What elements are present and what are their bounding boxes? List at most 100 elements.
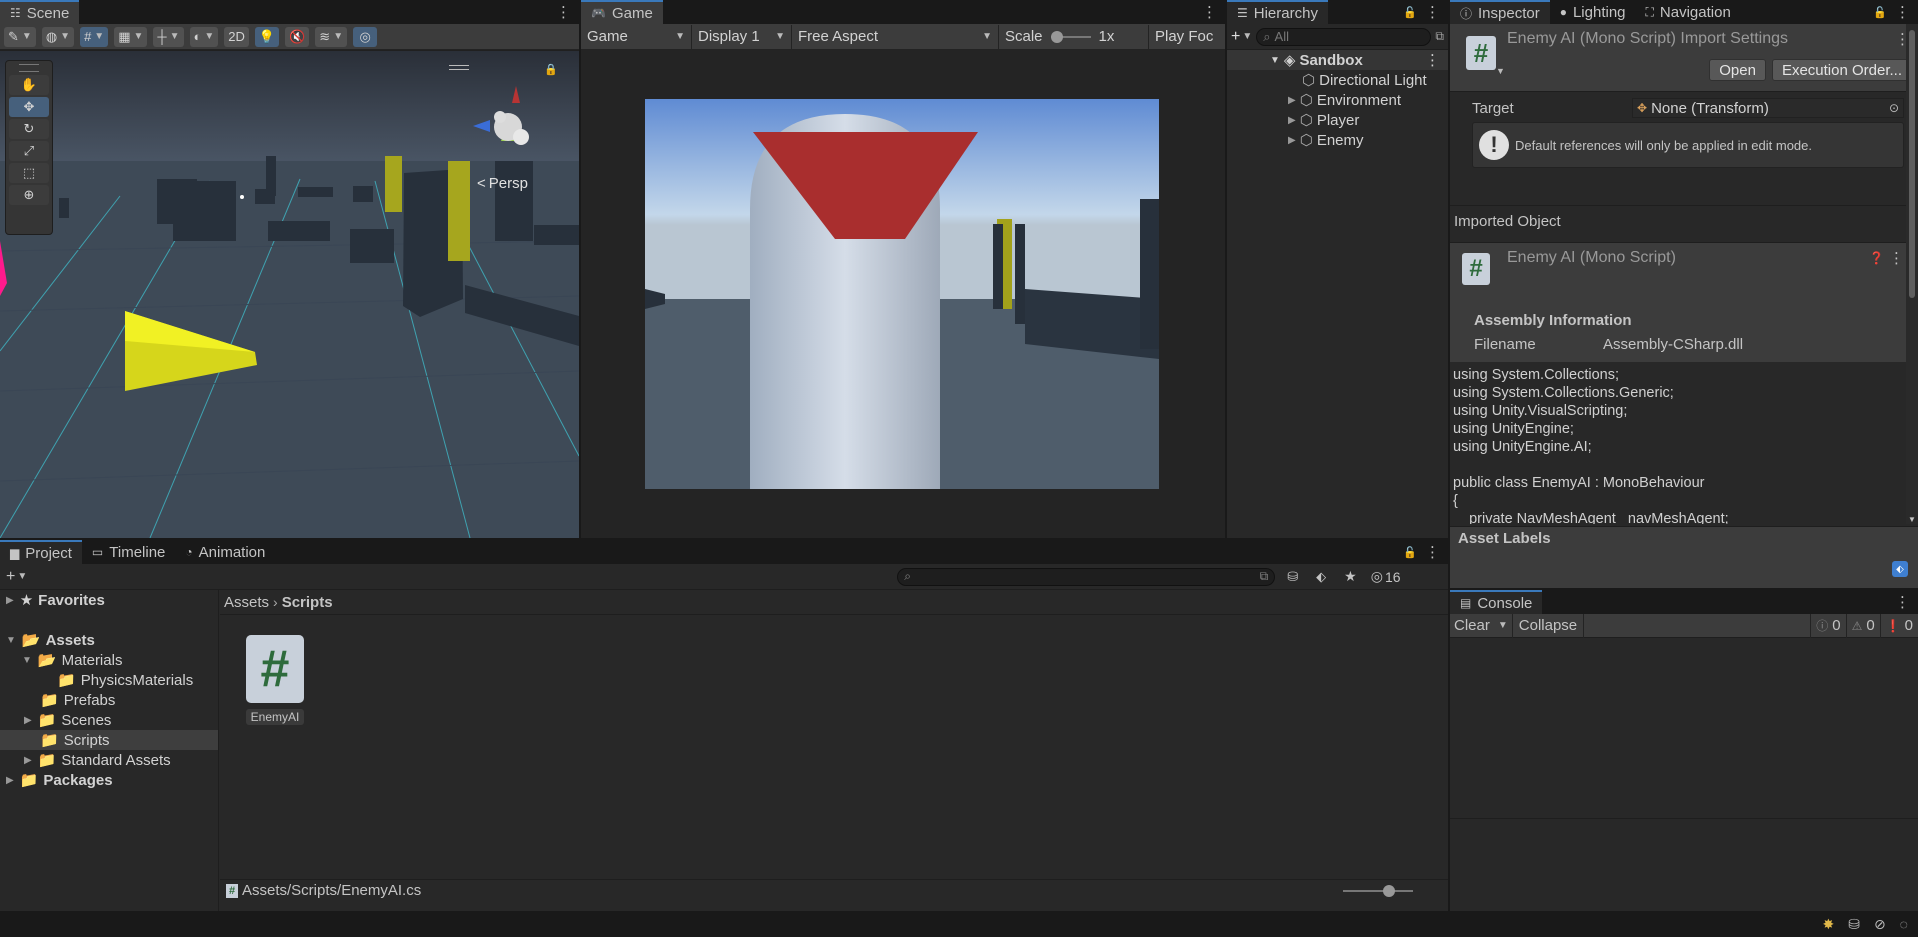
project-search-field[interactable]: ⌕ ⧉ [897,567,1276,586]
lighting-toggle-button[interactable]: 💡 [254,26,280,47]
error-count-toggle[interactable]: ❗ 0 [1879,613,1918,638]
game-viewport[interactable] [645,99,1159,489]
expand-arrow-icon[interactable]: ▼ [6,635,16,646]
more-options-icon[interactable]: ⋮ [1202,3,1217,21]
expand-arrow-icon[interactable]: ▶ [6,775,14,786]
draw-mode-button[interactable]: ✎ ▼ [4,26,36,47]
expand-arrow-icon[interactable]: ▶ [24,715,32,726]
scene-visibility-icon[interactable]: ⧉ [1435,29,1444,44]
expand-arrow-icon[interactable]: ▶ [1288,135,1296,146]
tree-item-scenes[interactable]: ▶ 📁 Scenes [0,710,218,730]
rotate-tool-button[interactable]: ↻ [9,119,49,139]
tab-game[interactable]: 🎮 Game [581,0,663,24]
expand-arrow-icon[interactable]: ▼ [1270,55,1280,66]
more-options-icon[interactable]: ⋮ [1425,3,1440,21]
tree-item-standard-assets[interactable]: ▶ 📁 Standard Assets [0,750,218,770]
more-options-icon[interactable]: ⋮ [1425,51,1440,69]
target-object-field[interactable]: ✥ None (Transform) ⊙ [1632,98,1904,118]
grid-visibility-button[interactable]: ▦ ▼ [114,26,148,47]
hidden-packages-toggle[interactable]: ◎ 16 [1371,568,1401,585]
tree-item-materials[interactable]: ▼ 📂 Materials [0,650,218,670]
bug-icon[interactable]: ✸ [1822,916,1834,933]
clear-button[interactable]: Clear ▼ [1450,613,1513,638]
global-local-button[interactable]: ◍ ▼ [41,26,75,47]
display-dropdown[interactable]: Display 1 ▼ [692,24,792,49]
more-options-icon[interactable]: ⋮ [1889,249,1904,267]
transform-tool-button[interactable]: ⊕ [9,185,49,205]
move-tool-button[interactable]: ✥ [9,97,49,117]
filter-by-type-icon[interactable]: ⛁ [1287,569,1298,585]
tag-icon[interactable]: ⬖ [1892,561,1908,577]
hierarchy-item-environment[interactable]: ▶ ⬡ Environment [1227,90,1448,110]
hidden-objects-button[interactable]: ◎ [353,26,378,47]
tree-item-physics-materials[interactable]: 📁 PhysicsMaterials [0,670,218,690]
warning-count-toggle[interactable]: ⚠ 0 [1845,613,1880,638]
expand-arrow-icon[interactable]: ▼ [22,655,32,666]
scrollbar-thumb[interactable] [1909,30,1915,298]
tab-hierarchy[interactable]: ☰ Hierarchy [1227,0,1328,24]
lock-icon[interactable]: 🔓 [1403,546,1417,559]
hierarchy-item-player[interactable]: ▶ ⬡ Player [1227,110,1448,130]
increment-snap-button[interactable]: ┼ ▼ [153,26,184,47]
help-icon[interactable]: ❓ [1869,251,1884,265]
object-picker-icon[interactable]: ⊙ [1889,101,1899,115]
lock-icon[interactable]: 🔓 [1403,6,1417,19]
scale-slider[interactable] [1050,30,1091,43]
2d-toggle-button[interactable]: 2D [224,26,249,47]
tab-console[interactable]: ▤ Console [1450,590,1543,614]
open-button[interactable]: Open [1709,59,1766,81]
add-object-button[interactable]: + ▼ [1231,28,1252,46]
more-options-icon[interactable]: ⋮ [1895,593,1910,611]
scroll-down-arrow-icon[interactable]: ▼ [1908,515,1916,524]
tree-item-prefabs[interactable]: 📁 Prefabs [0,690,218,710]
tree-item-packages[interactable]: ▶ 📁 Packages [0,770,218,790]
create-asset-button[interactable]: + ▼ [6,568,27,586]
network-icon[interactable]: ⊘ [1874,916,1886,933]
tab-inspector[interactable]: ⓘ Inspector [1450,0,1550,24]
shading-mode-button[interactable]: ◐ ▼ [189,26,219,47]
more-options-icon[interactable]: ⋮ [1425,543,1440,561]
tab-lighting[interactable]: ● Lighting [1549,0,1636,24]
expand-arrow-icon[interactable]: ▶ [1288,95,1296,106]
scale-slider-thumb[interactable] [1050,30,1063,43]
lock-icon[interactable]: 🔓 [1873,6,1887,19]
hand-tool-button[interactable]: ✋ [9,75,49,95]
favorite-star-icon[interactable]: ★ [1344,568,1357,585]
chevron-down-icon[interactable]: ▼ [1496,66,1505,76]
scale-tool-button[interactable]: ⤢ [9,141,49,161]
aspect-dropdown[interactable]: Free Aspect ▼ [792,24,999,49]
console-log-area[interactable] [1450,639,1918,819]
tab-navigation[interactable]: ⛶ Navigation [1635,0,1741,24]
expand-arrow-icon[interactable]: ▶ [6,595,14,606]
more-options-icon[interactable]: ⋮ [1895,3,1910,21]
collapse-button[interactable]: Collapse [1513,613,1585,638]
progress-check-icon[interactable]: ◌ [1900,916,1908,932]
tree-item-scripts[interactable]: 📁 Scripts [0,730,218,750]
scene-viewport[interactable]: 🔒 < Persp [0,51,579,538]
tab-scene[interactable]: ☷ Scene [0,0,80,24]
scene-row-sandbox[interactable]: ▼ ◈ Sandbox ⋮ [1227,50,1448,70]
gizmo-lock-icon[interactable]: 🔒 [544,63,558,76]
rect-tool-button[interactable]: ⬚ [9,163,49,183]
hierarchy-item-directional-light[interactable]: ⬡ Directional Light [1227,70,1448,90]
log-count-toggle[interactable]: ⓘ 0 [1810,613,1845,638]
icon-size-slider-thumb[interactable] [1383,884,1395,897]
execution-order-button[interactable]: Execution Order... [1771,59,1912,81]
cache-server-icon[interactable]: ⛁ [1848,916,1860,933]
expand-arrow-icon[interactable]: ▶ [24,755,32,766]
play-focus-dropdown[interactable]: Play Foc [1149,25,1219,49]
effects-toggle-button[interactable]: ≋ ▼ [315,26,348,47]
tab-timeline[interactable]: ▭ Timeline [81,540,176,564]
script-source-preview[interactable]: using System.Collections; using System.C… [1450,364,1906,524]
tab-project[interactable]: ▆ Project [0,540,82,564]
tab-animation[interactable]: ◔ Animation [175,540,276,564]
persp-label[interactable]: < Persp [477,175,528,192]
breadcrumb-scripts[interactable]: Scripts [282,594,333,611]
game-mode-dropdown[interactable]: Game ▼ [581,24,692,49]
breadcrumb-assets[interactable]: Assets [224,594,269,611]
tree-item-favorites[interactable]: ▶ ★ Favorites [0,590,218,610]
inspector-scrollbar[interactable]: ▼ [1906,24,1918,524]
audio-toggle-button[interactable]: 🔇 [285,26,310,47]
asset-tile-enemyai[interactable]: # EnemyAI [246,635,304,725]
icon-size-slider[interactable] [1343,884,1413,897]
